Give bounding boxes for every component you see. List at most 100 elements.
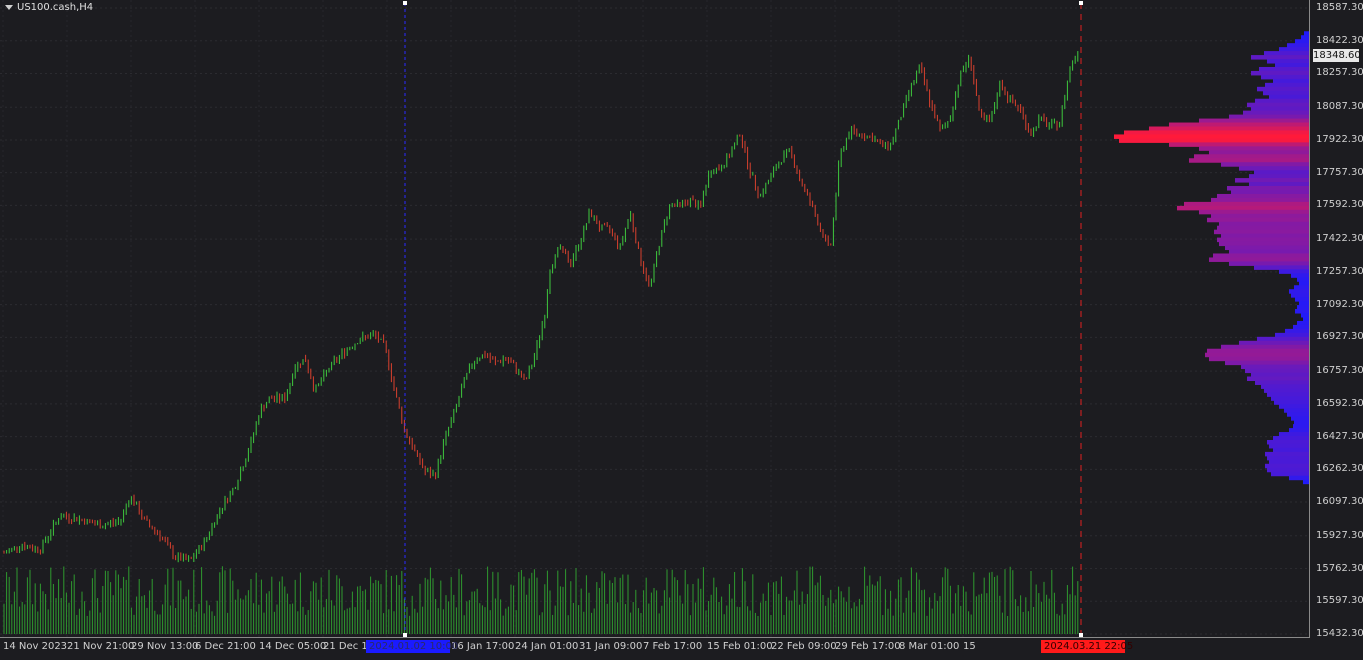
time-tick-label: 6 Dec 21:00 [195, 641, 256, 652]
profile-bar [1291, 293, 1309, 298]
profile-bar [1261, 74, 1309, 80]
profile-bar [1295, 297, 1309, 302]
profile-bar [1301, 313, 1309, 318]
marker-right-handle-top [1079, 1, 1083, 5]
profile-bar [1293, 424, 1309, 429]
profile-bar [1294, 420, 1309, 425]
price-tick-label: 17757.30 [1316, 166, 1363, 178]
vertical-markers[interactable] [403, 1, 1083, 637]
profile-bar [1267, 59, 1309, 64]
profile-bar [1119, 138, 1309, 143]
profile-bar [1264, 388, 1309, 393]
profile-bar [1289, 428, 1309, 433]
profile-bar [1219, 221, 1309, 227]
profile-bar [1261, 384, 1309, 389]
profile-bar [1249, 174, 1309, 179]
time-tick-label: 29 Feb 17:00 [835, 641, 901, 652]
profile-bar [1279, 269, 1309, 274]
marker-left-handle-top [403, 1, 407, 5]
price-tick-label: 16592.30 [1316, 397, 1363, 409]
profile-bar [1297, 320, 1309, 326]
profile-bar [1211, 197, 1309, 203]
time-tick-label: 31 Jan 09:00 [579, 641, 643, 652]
profile-bar [1239, 166, 1309, 171]
price-tick-label: 15927.30 [1316, 529, 1363, 541]
profile-bar [1214, 229, 1309, 235]
profile-bar [1205, 352, 1309, 358]
profile-bar [1279, 404, 1309, 409]
profile-bar [1267, 439, 1309, 445]
profile-bar [1199, 146, 1309, 151]
profile-bar [1274, 400, 1309, 405]
profile-bar [1251, 55, 1309, 60]
profile-bar [1229, 261, 1309, 266]
time-tick-label: 8 Mar 01:00 [899, 641, 960, 652]
profile-bar [1251, 106, 1309, 112]
profile-bar [1207, 217, 1309, 223]
profile-bar [1177, 205, 1309, 211]
profile-bar [1291, 273, 1309, 278]
time-tick-label: 14 Nov 2023 [3, 641, 68, 652]
volume-profile [1114, 31, 1309, 485]
profile-bar [1169, 142, 1309, 147]
profile-bar [1269, 443, 1309, 449]
profile-bar [1259, 66, 1309, 72]
profile-bar [1267, 455, 1309, 461]
profile-bar [1294, 285, 1309, 290]
profile-bar [1301, 35, 1309, 40]
price-tick-label: 17092.30 [1316, 298, 1363, 310]
profile-bar [1279, 432, 1309, 437]
profile-bar [1221, 162, 1309, 167]
profile-bar [1279, 47, 1309, 52]
profile-bar [1257, 336, 1309, 342]
price-tick-label: 16097.30 [1316, 496, 1363, 508]
profile-bar [1289, 289, 1309, 294]
time-tick-label: 24 Jan 01:00 [515, 641, 579, 652]
plot-area[interactable]: US100.cash,H4 [0, 0, 1310, 638]
marker-right-time-tag: 2024.03.21 22:05 [1041, 640, 1133, 653]
profile-bar [1299, 301, 1309, 306]
profile-bar [1254, 265, 1309, 270]
marker-right-handle-bottom [1079, 633, 1083, 637]
profile-bar [1149, 126, 1309, 131]
profile-bar [1209, 257, 1309, 262]
chart-window[interactable]: US100.cash,H4 18587.30 18422.30 18257.30 18… [0, 0, 1363, 660]
profile-bar [1265, 463, 1309, 469]
profile-bar [1269, 459, 1309, 465]
profile-bar [1273, 436, 1309, 441]
profile-bar [1245, 368, 1309, 374]
profile-bar [1271, 396, 1309, 401]
symbol-label[interactable]: US100.cash,H4 [5, 2, 93, 13]
candles [3, 51, 1079, 563]
profile-bar [1271, 471, 1309, 477]
time-tick-label: 29 Nov 13:00 [131, 641, 199, 652]
profile-bar [1169, 122, 1309, 128]
profile-bar [1194, 154, 1309, 159]
profile-bar [1275, 332, 1309, 338]
profile-bar [1225, 360, 1309, 366]
profile-bar [1241, 364, 1309, 370]
time-tick-label: 7 Feb 17:00 [643, 641, 703, 652]
time-tick-label: 21 Nov 21:00 [67, 641, 135, 652]
profile-bar [1221, 344, 1309, 350]
profile-bar [1304, 31, 1309, 36]
time-tick-label: 14 Dec 05:00 [259, 641, 327, 652]
profile-bar [1265, 451, 1309, 457]
profile-bar [1254, 170, 1309, 175]
profile-bar [1225, 245, 1309, 251]
profile-bar [1267, 467, 1309, 473]
profile-bar [1247, 102, 1309, 108]
price-tick-label: 16757.30 [1316, 365, 1363, 377]
profile-bar [1209, 150, 1309, 155]
chart-canvas[interactable] [0, 0, 1310, 638]
profile-bar [1287, 43, 1309, 48]
profile-bar [1229, 114, 1309, 120]
dropdown-triangle-icon[interactable] [5, 5, 13, 10]
profile-bar [1297, 277, 1309, 282]
profile-bar [1229, 249, 1309, 255]
profile-bar [1303, 316, 1309, 322]
symbol-text: US100.cash,H4 [17, 2, 94, 13]
profile-bar [1297, 305, 1309, 310]
price-tick-label: 17922.30 [1316, 133, 1363, 145]
price-tick-label: 15432.30 [1316, 628, 1363, 639]
